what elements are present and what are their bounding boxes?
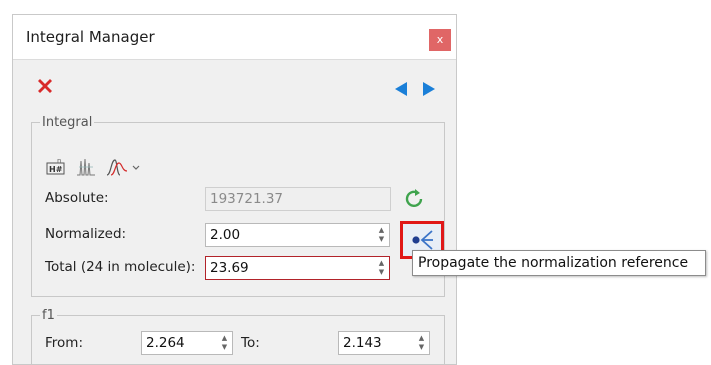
from-label: From: (45, 335, 83, 351)
absolute-value: 193721.37 (210, 191, 284, 207)
from-field[interactable]: 2.264 ▲ ▼ (141, 331, 233, 355)
f1-group-legend: f1 (42, 308, 55, 323)
absolute-field: 193721.37 (205, 187, 391, 211)
normalized-label: Normalized: (45, 226, 127, 242)
propagate-tooltip: Propagate the normalization reference (412, 250, 706, 276)
h-number-icon[interactable]: H# n (46, 157, 66, 179)
delete-icon[interactable] (36, 77, 54, 99)
to-label: To: (241, 335, 260, 351)
total-field[interactable]: 23.69 ▲ ▼ (205, 256, 390, 280)
total-value: 23.69 (210, 260, 249, 276)
title-bar: Integral Manager x (13, 15, 456, 60)
to-value: 2.143 (343, 335, 382, 351)
to-spinner[interactable]: ▲ ▼ (417, 334, 426, 352)
svg-text:H#: H# (49, 165, 63, 174)
total-label: Total (24 in molecule): (45, 259, 196, 275)
previous-icon[interactable] (393, 81, 409, 101)
normalized-spinner[interactable]: ▲ ▼ (377, 226, 386, 244)
from-spinner[interactable]: ▲ ▼ (220, 334, 229, 352)
from-value: 2.264 (146, 335, 185, 351)
window-title: Integral Manager (26, 28, 155, 46)
refresh-icon[interactable] (403, 188, 425, 214)
normalized-value: 2.00 (210, 227, 241, 243)
total-spinner[interactable]: ▲ ▼ (377, 259, 386, 277)
multiplet-peaks-icon[interactable] (75, 157, 97, 181)
absolute-label: Absolute: (45, 190, 109, 206)
integral-manager-window: Integral Manager x Integral H# n Absolut… (12, 14, 457, 365)
normalized-field[interactable]: 2.00 ▲ ▼ (205, 223, 390, 247)
close-button[interactable]: x (429, 29, 451, 51)
integral-group-legend: Integral (42, 115, 93, 130)
svg-text:n: n (57, 157, 61, 165)
integral-curve-icon[interactable] (105, 157, 143, 181)
to-field[interactable]: 2.143 ▲ ▼ (338, 331, 430, 355)
next-icon[interactable] (421, 81, 437, 101)
